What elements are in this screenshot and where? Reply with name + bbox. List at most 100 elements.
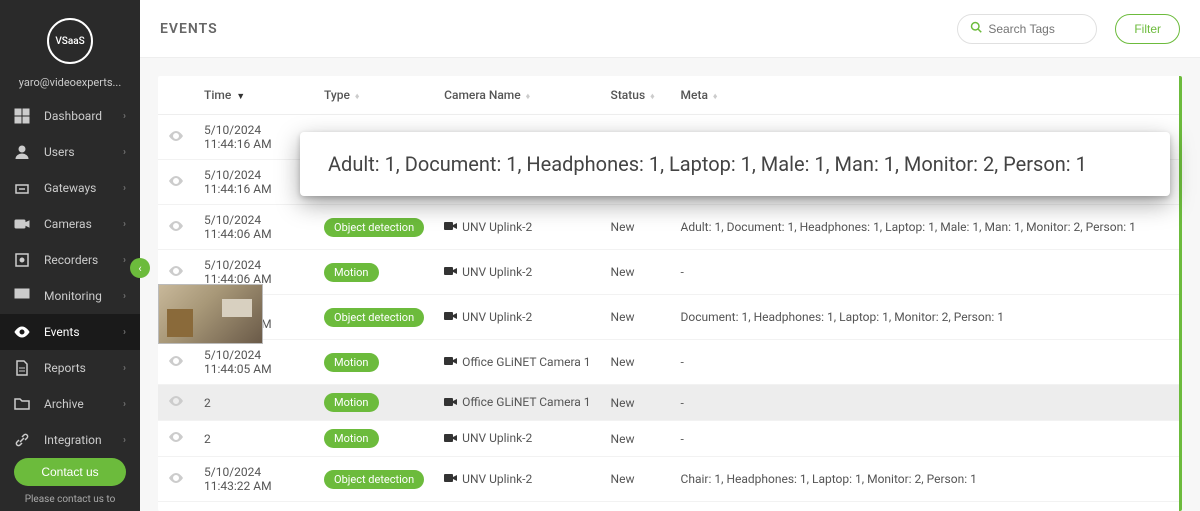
camera-name: UNV Uplink-2 [462,310,532,324]
camera-name: Office GLiNET Camera 1 [462,395,590,409]
eye-icon [14,324,30,340]
cell-meta: Chair: 1, Headphones: 1, Laptop: 1, Moni… [671,457,1179,502]
cell-type: Motion [314,421,434,457]
cell-camera: UNV Uplink-2 [434,421,600,457]
column-type[interactable]: Type ♦ [314,76,434,115]
sidebar-item-label: Monitoring [44,289,102,303]
camera-icon [444,265,458,279]
sidebar-item-integration[interactable]: Integration › [0,422,140,458]
chevron-right-icon: › [123,219,126,230]
cell-type: Motion [314,340,434,385]
dashboard-icon [14,108,30,124]
page-title: EVENTS [160,21,218,37]
cell-type: Object detection [314,457,434,502]
column-time[interactable]: Time ▼ [194,76,314,115]
cell-time: 5/10/2024 11:44:16 AM [194,160,314,205]
cell-status: New [601,295,671,340]
column-meta-label: Meta [681,88,708,102]
column-camera[interactable]: Camera Name ♦ [434,76,600,115]
table-row[interactable]: 2MotionUNV Uplink-2New- [158,421,1179,457]
cell-status: New [601,205,671,250]
sidebar-item-label: Cameras [44,217,92,231]
sidebar: VSaaS yaro@videoexperts... Dashboard›Use… [0,0,140,511]
chevron-right-icon: › [123,111,126,122]
preview-eye-icon[interactable] [168,395,184,407]
sidebar-item-monitoring[interactable]: Monitoring › [0,278,140,314]
search-input[interactable] [988,22,1084,36]
sidebar-item-label: Recorders [44,253,98,267]
recorder-icon [14,252,30,268]
type-badge: Object detection [324,218,424,237]
user-email: yaro@videoexperts... [0,72,140,94]
search-box[interactable] [957,14,1097,44]
camera-icon [444,310,458,324]
sidebar-item-label: Events [44,325,80,339]
chevron-right-icon: › [123,435,126,446]
camera-icon [14,216,30,232]
column-time-label: Time [204,88,231,102]
preview-eye-icon[interactable] [168,355,184,367]
type-badge: Object detection [324,308,424,327]
sidebar-item-cameras[interactable]: Cameras › [0,206,140,242]
sidebar-collapse-button[interactable]: ‹ [130,258,150,278]
sidebar-item-gateways[interactable]: Gateways› [0,170,140,206]
table-row[interactable]: 5/10/2024 11:44:06 AMMotionUNV Uplink-2N… [158,250,1179,295]
sort-icon: ♦ [713,92,718,102]
preview-eye-icon[interactable] [168,130,184,142]
cell-status: New [601,457,671,502]
table-row[interactable]: 5/10/2024 11:43:12 AMMotionOffice GLiNET… [158,502,1179,511]
cell-time: 2 [194,421,314,457]
sidebar-item-archive[interactable]: Archive› [0,386,140,422]
sidebar-item-reports[interactable]: Reports› [0,350,140,386]
cell-camera: UNV Uplink-2 [434,205,600,250]
preview-eye-icon[interactable] [168,175,184,187]
contact-button[interactable]: Contact us [14,458,126,486]
sidebar-item-dashboard[interactable]: Dashboard› [0,98,140,134]
cell-status: New [601,421,671,457]
cell-meta: - [671,340,1179,385]
event-thumbnail[interactable] [158,284,263,344]
grid-icon [14,288,30,304]
table-row[interactable]: 5/10/2024 11:43:22 AMObject detectionUNV… [158,457,1179,502]
table-wrap: Time ▼ Type ♦ Camera Name ♦ Status ♦ Met… [140,58,1200,511]
column-meta[interactable]: Meta ♦ [671,76,1179,115]
cell-camera: Office GLiNET Camera 1 [434,385,600,421]
preview-eye-icon[interactable] [168,265,184,277]
table-row[interactable]: 2MotionOffice GLiNET Camera 1New- [158,385,1179,421]
cell-camera: UNV Uplink-2 [434,457,600,502]
type-badge: Motion [324,429,379,448]
chevron-right-icon: › [123,291,126,302]
sidebar-item-events[interactable]: Events › [0,314,140,350]
column-type-label: Type [324,88,350,102]
sidebar-item-label: Archive [44,397,84,411]
cell-meta: Document: 1, Headphones: 1, Laptop: 1, M… [671,295,1179,340]
preview-eye-icon[interactable] [168,431,184,443]
brand-logo: VSaaS [47,18,93,64]
doc-icon [14,360,30,376]
camera-icon [444,220,458,234]
user-icon [14,144,30,160]
filter-button[interactable]: Filter [1115,14,1180,44]
gateway-icon [14,180,30,196]
table-row[interactable]: 5/10/2024 11:44:06 AMObject detectionUNV… [158,205,1179,250]
sidebar-item-label: Users [44,145,75,159]
sidebar-item-label: Integration [44,433,102,447]
sidebar-item-users[interactable]: Users› [0,134,140,170]
camera-name: UNV Uplink-2 [462,220,532,234]
cell-type: Object detection [314,295,434,340]
preview-eye-icon[interactable] [168,220,184,232]
table-row[interactable]: 5/10/2024 11:44:05 AMMotionOffice GLiNET… [158,340,1179,385]
cell-status: New [601,502,671,511]
chevron-right-icon: › [123,327,126,338]
sidebar-item-recorders[interactable]: Recorders› [0,242,140,278]
main: EVENTS Filter Time ▼ Type ♦ Camera Name … [140,0,1200,511]
cell-time: 5/10/2024 11:44:16 AM [194,115,314,160]
camera-icon [444,472,458,486]
preview-eye-icon[interactable] [168,472,184,484]
sort-desc-icon: ▼ [236,92,245,102]
cell-time: 5/10/2024 11:43:12 AM [194,502,314,511]
table-row[interactable]: 5/10/2024 11:44:06 AMObject detectionUNV… [158,295,1179,340]
sort-icon: ♦ [526,92,531,102]
column-status[interactable]: Status ♦ [601,76,671,115]
sort-icon: ♦ [355,92,360,102]
